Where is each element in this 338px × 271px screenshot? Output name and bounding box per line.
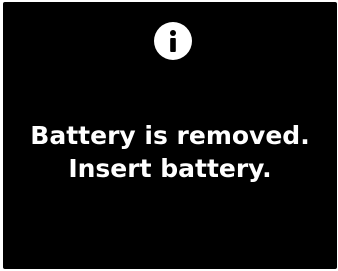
message-line-1: Battery is removed. — [30, 121, 310, 150]
message-line-2: Insert battery. — [68, 154, 272, 183]
battery-message: Battery is removed. Insert battery. — [3, 119, 337, 185]
info-icon — [154, 22, 192, 60]
device-screen: Battery is removed. Insert battery. — [3, 2, 337, 269]
